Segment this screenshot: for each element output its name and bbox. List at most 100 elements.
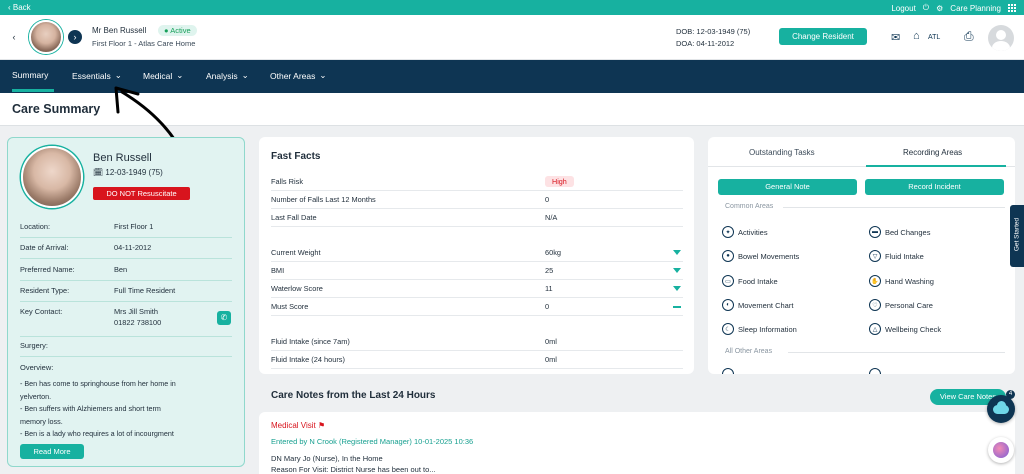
- tab-analysis-label: Analysis: [206, 70, 238, 81]
- area-activities[interactable]: ✦ Activities: [722, 226, 768, 238]
- flag-icon: ⚑: [318, 421, 326, 430]
- settings-gear-icon[interactable]: ⚙: [936, 4, 943, 13]
- home-code[interactable]: ATL: [928, 34, 940, 41]
- info-label: Preferred Name:: [20, 265, 75, 274]
- overview-line: memory loss.: [20, 416, 63, 426]
- tab-other-areas[interactable]: Other Areas ⌄: [270, 70, 326, 81]
- fact-row: Waterlow Score 11: [271, 280, 683, 298]
- fact-value: 11: [545, 284, 553, 293]
- fact-value: N/A: [545, 213, 558, 222]
- app-name: Care Planning: [950, 3, 1001, 13]
- resident-location: First Floor 1 - Atlas Care Home: [92, 39, 196, 48]
- area-label: Bed Changes: [885, 227, 931, 237]
- key-contact-name: Mrs Jill Smith: [114, 307, 158, 316]
- chat-widget-button[interactable]: [988, 437, 1014, 463]
- tab-summary[interactable]: Summary: [12, 70, 48, 80]
- overview-line: - Ben suffers with Alzhiemers and short …: [20, 404, 161, 413]
- profile-name: Ben Russell: [93, 152, 152, 164]
- food-icon: ▭: [722, 275, 734, 287]
- common-areas-label: Common Areas: [725, 203, 774, 210]
- prev-resident-button[interactable]: ‹: [7, 30, 21, 44]
- tab-medical[interactable]: Medical ⌄: [143, 70, 183, 81]
- overview-line: - Ben is a lady who requires a lot of in…: [20, 429, 174, 438]
- surgery-row: Surgery:: [20, 341, 232, 357]
- dnr-badge: DO NOT Resuscitate: [93, 187, 190, 200]
- phone-call-button[interactable]: ✆: [217, 311, 231, 325]
- area-personal-care[interactable]: ♡ Personal Care: [869, 299, 933, 311]
- trend-down-icon: [673, 250, 681, 255]
- fact-label: Last Fall Date: [271, 213, 317, 222]
- resident-avatar: [29, 20, 63, 54]
- fact-row: Current Weight 60kg: [271, 244, 683, 262]
- info-value: Ben: [114, 265, 128, 274]
- hand-icon: ✋: [869, 275, 881, 287]
- area-bowel-movements[interactable]: ● Bowel Movements: [722, 250, 799, 262]
- area-sleep-information[interactable]: ☾ Sleep Information: [722, 323, 797, 335]
- general-note-button[interactable]: General Note: [718, 179, 857, 195]
- area-movement-chart[interactable]: ◐ Movement Chart: [722, 299, 793, 311]
- home-icon[interactable]: ⌂: [913, 30, 920, 42]
- overview-text: - Ben has come to springhouse from her h…: [20, 378, 176, 441]
- info-row: Resident Type: Full Time Resident: [20, 286, 232, 302]
- fast-facts-card: Fast Facts Falls Risk High Number of Fal…: [259, 137, 694, 374]
- care-note-card[interactable]: Medical Visit ⚑ Entered by N Crook (Regi…: [259, 412, 1015, 474]
- fact-value: 0ml: [545, 337, 557, 346]
- fact-row: Must Score 0: [271, 298, 683, 316]
- info-row: Date of Arrival: 04-11-2012: [20, 243, 232, 259]
- area-label: Fluid Intake: [885, 251, 924, 261]
- sleep-icon: ☾: [722, 323, 734, 335]
- print-icon[interactable]: ⎙: [964, 29, 974, 44]
- status-label: Active: [170, 26, 191, 35]
- fact-row: Falls Risk High: [271, 173, 683, 191]
- tab-summary-label: Summary: [12, 70, 49, 80]
- fact-label: Must Score: [271, 302, 309, 311]
- surgery-label: Surgery:: [20, 341, 48, 350]
- apps-grid-icon[interactable]: [1008, 4, 1016, 12]
- fact-label: Fluid Intake (24 hours): [271, 355, 345, 364]
- tab-essentials[interactable]: Essentials ⌄: [72, 70, 122, 81]
- key-contact-row: Key Contact: Mrs Jill Smith 01822 738100…: [20, 307, 232, 337]
- all-other-areas-label: All Other Areas: [725, 348, 773, 355]
- area-fluid-intake[interactable]: ▽ Fluid Intake: [869, 250, 924, 262]
- change-resident-button[interactable]: Change Resident: [779, 28, 867, 45]
- heart-icon: ♡: [869, 299, 881, 311]
- mail-icon[interactable]: ✉: [891, 31, 900, 44]
- activity-icon: ✦: [722, 226, 734, 238]
- area-bed-changes[interactable]: ▬ Bed Changes: [869, 226, 930, 238]
- fact-row: BMI 25: [271, 262, 683, 280]
- info-row: Location: First Floor 1: [20, 222, 232, 238]
- logout-icon[interactable]: ⏻: [923, 3, 929, 13]
- info-value: 04-11-2012: [114, 243, 152, 252]
- record-incident-button[interactable]: Record Incident: [865, 179, 1004, 195]
- tab-outstanding-tasks[interactable]: Outstanding Tasks: [749, 148, 815, 157]
- note-line: DN Mary Jo (Nurse), In the Home: [271, 454, 383, 463]
- back-link[interactable]: ‹ Back: [8, 3, 31, 12]
- area-wellbeing-check[interactable]: △ Wellbeing Check: [869, 323, 941, 335]
- read-more-button[interactable]: Read More: [20, 444, 84, 459]
- falls-risk-badge: High: [545, 176, 574, 187]
- area-label: Personal Care: [885, 300, 933, 310]
- area-hand-washing[interactable]: ✋ Hand Washing: [869, 275, 934, 287]
- note-entered-by: Entered by N Crook (Registered Manager) …: [271, 437, 474, 446]
- get-started-tab[interactable]: Get Started: [1010, 205, 1024, 267]
- active-tab-indicator: [866, 165, 1006, 167]
- tab-essentials-label: Essentials: [72, 70, 111, 81]
- fact-value: 0: [545, 195, 550, 204]
- profile-photo: [21, 146, 83, 208]
- get-started-label: Get Started: [1013, 217, 1021, 252]
- cloud-widget-button[interactable]: [987, 395, 1015, 423]
- overview-line: - Ben has come to springhouse from her h…: [20, 379, 176, 388]
- tab-analysis[interactable]: Analysis ⌄: [206, 70, 249, 81]
- fact-label: Number of Falls Last 12 Months: [271, 195, 376, 204]
- tab-recording-areas[interactable]: Recording Areas: [903, 148, 962, 157]
- fact-row: Fluid Intake (24 hours) 0ml: [271, 351, 683, 369]
- trend-flat-icon: [673, 306, 681, 308]
- next-resident-button[interactable]: ›: [68, 30, 82, 44]
- fact-value: 25: [545, 266, 554, 275]
- logout-link[interactable]: Logout: [891, 4, 915, 13]
- user-avatar[interactable]: [988, 25, 1014, 51]
- cup-icon: ▽: [869, 250, 881, 262]
- fact-value: 0ml: [545, 355, 557, 364]
- tab-other-areas-label: Other Areas: [270, 70, 316, 81]
- area-food-intake[interactable]: ▭ Food Intake: [722, 275, 778, 287]
